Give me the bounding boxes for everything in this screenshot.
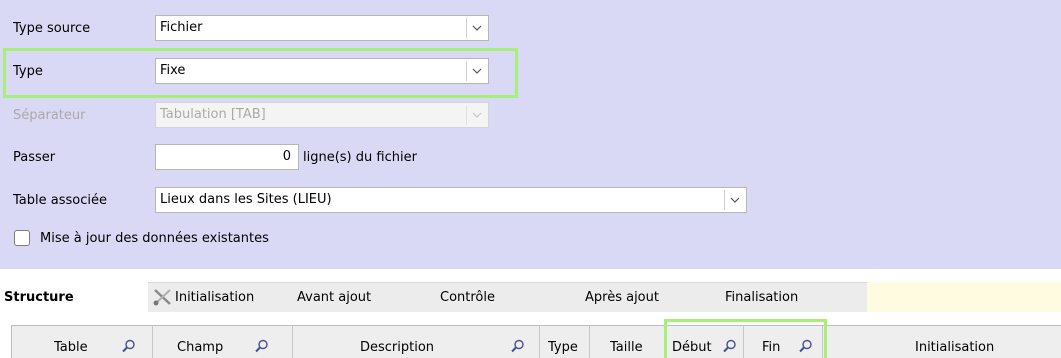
column-header-initialisation[interactable]: Initialisation — [823, 326, 1061, 358]
type-source-select[interactable]: Fichier — [155, 15, 489, 41]
skip-label: Passer — [13, 150, 56, 165]
column-header-debut[interactable]: Début — [667, 326, 744, 358]
search-icon[interactable] — [255, 339, 269, 357]
column-label: Fin — [762, 340, 781, 355]
type-label: Type — [13, 64, 43, 79]
tab-structure-label: Structure — [4, 289, 74, 305]
grid-header: Table Champ Description Type Taille Débu… — [11, 325, 1061, 358]
tab-apres-ajout[interactable]: Après ajout — [585, 282, 659, 312]
column-label: Taille — [610, 340, 643, 355]
column-header-champ[interactable]: Champ — [153, 326, 293, 358]
search-icon[interactable] — [723, 339, 737, 357]
separator-select: Tabulation [TAB] — [155, 102, 489, 128]
tab-finalisation-label: Finalisation — [725, 289, 799, 305]
associated-table-label: Table associée — [13, 193, 107, 208]
column-label: Table — [54, 340, 88, 355]
chevron-down-icon — [466, 105, 486, 125]
column-label: Champ — [177, 340, 224, 355]
skip-lines-suffix: ligne(s) du fichier — [303, 150, 417, 165]
tab-avant-ajout-label: Avant ajout — [297, 289, 372, 305]
import-settings-panel: Type source Fichier Type Fixe Séparateur… — [0, 0, 1061, 269]
tab-bar: Structure Initialisation Avant ajout Con… — [0, 282, 1061, 312]
tab-structure[interactable]: Structure — [4, 282, 74, 312]
tab-apres-ajout-label: Après ajout — [585, 289, 659, 305]
type-source-label: Type source — [13, 21, 91, 36]
tab-initialisation-label: Initialisation — [175, 289, 255, 305]
update-existing-checkbox[interactable] — [14, 230, 30, 246]
tab-finalisation[interactable]: Finalisation — [725, 282, 798, 312]
tools-icon — [152, 288, 174, 306]
search-icon[interactable] — [799, 339, 813, 357]
separator-value: Tabulation [TAB] — [160, 107, 266, 122]
column-label: Initialisation — [915, 340, 995, 355]
tab-controle[interactable]: Contrôle — [440, 282, 495, 312]
separator-label: Séparateur — [13, 108, 86, 123]
skip-lines-value: 0 — [282, 149, 291, 164]
column-label: Description — [360, 340, 435, 355]
tab-controle-label: Contrôle — [440, 289, 495, 305]
search-icon[interactable] — [122, 339, 136, 357]
column-header-type[interactable]: Type — [540, 326, 590, 358]
column-label: Début — [672, 340, 712, 355]
type-value: Fixe — [160, 63, 186, 78]
tab-initialisation[interactable]: Initialisation — [152, 282, 254, 312]
chevron-down-icon[interactable] — [466, 18, 486, 38]
update-existing-label: Mise à jour des données existantes — [40, 231, 269, 246]
column-header-fin[interactable]: Fin — [744, 326, 823, 358]
tab-bar-fill — [867, 282, 1061, 312]
column-header-table[interactable]: Table — [12, 326, 153, 358]
chevron-down-icon[interactable] — [466, 61, 486, 81]
associated-table-value: Lieux dans les Sites (LIEU) — [160, 192, 332, 207]
type-select[interactable]: Fixe — [155, 58, 489, 84]
column-header-description[interactable]: Description — [293, 326, 540, 358]
associated-table-select[interactable]: Lieux dans les Sites (LIEU) — [155, 187, 747, 213]
column-header-taille[interactable]: Taille — [590, 326, 667, 358]
column-label: Type — [548, 340, 578, 355]
search-icon[interactable] — [511, 339, 525, 357]
type-source-value: Fichier — [160, 20, 203, 35]
chevron-down-icon[interactable] — [724, 190, 744, 210]
skip-lines-input[interactable]: 0 — [155, 144, 299, 170]
tab-avant-ajout[interactable]: Avant ajout — [297, 282, 371, 312]
